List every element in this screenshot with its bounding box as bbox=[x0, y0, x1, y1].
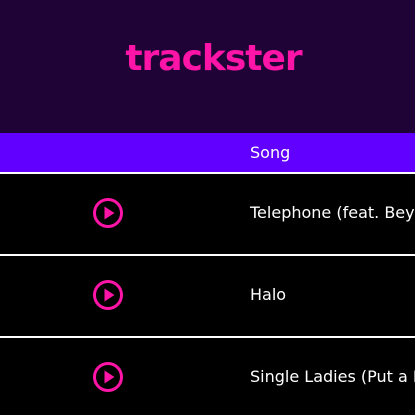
tracks-table-header: Song bbox=[0, 133, 415, 172]
song-title: Halo bbox=[250, 285, 287, 304]
trackster-logo[interactable]: trackster bbox=[0, 37, 415, 81]
play-button[interactable] bbox=[92, 361, 124, 393]
play-button[interactable] bbox=[92, 197, 124, 229]
play-button[interactable] bbox=[92, 279, 124, 311]
song-column-header[interactable]: Song bbox=[250, 133, 290, 172]
play-circle-icon bbox=[93, 198, 123, 228]
app-header: trackster bbox=[0, 0, 415, 133]
play-circle-icon bbox=[93, 280, 123, 310]
app-root: trackster Song Telephone (feat. Beyoncé)… bbox=[0, 0, 415, 415]
table-row: Halo bbox=[0, 254, 415, 334]
song-title: Single Ladies (Put a Ring on It) bbox=[250, 367, 415, 386]
song-title: Telephone (feat. Beyoncé) bbox=[250, 203, 415, 222]
play-circle-icon bbox=[93, 362, 123, 392]
table-row: Single Ladies (Put a Ring on It) bbox=[0, 336, 415, 415]
table-row: Telephone (feat. Beyoncé) bbox=[0, 172, 415, 252]
